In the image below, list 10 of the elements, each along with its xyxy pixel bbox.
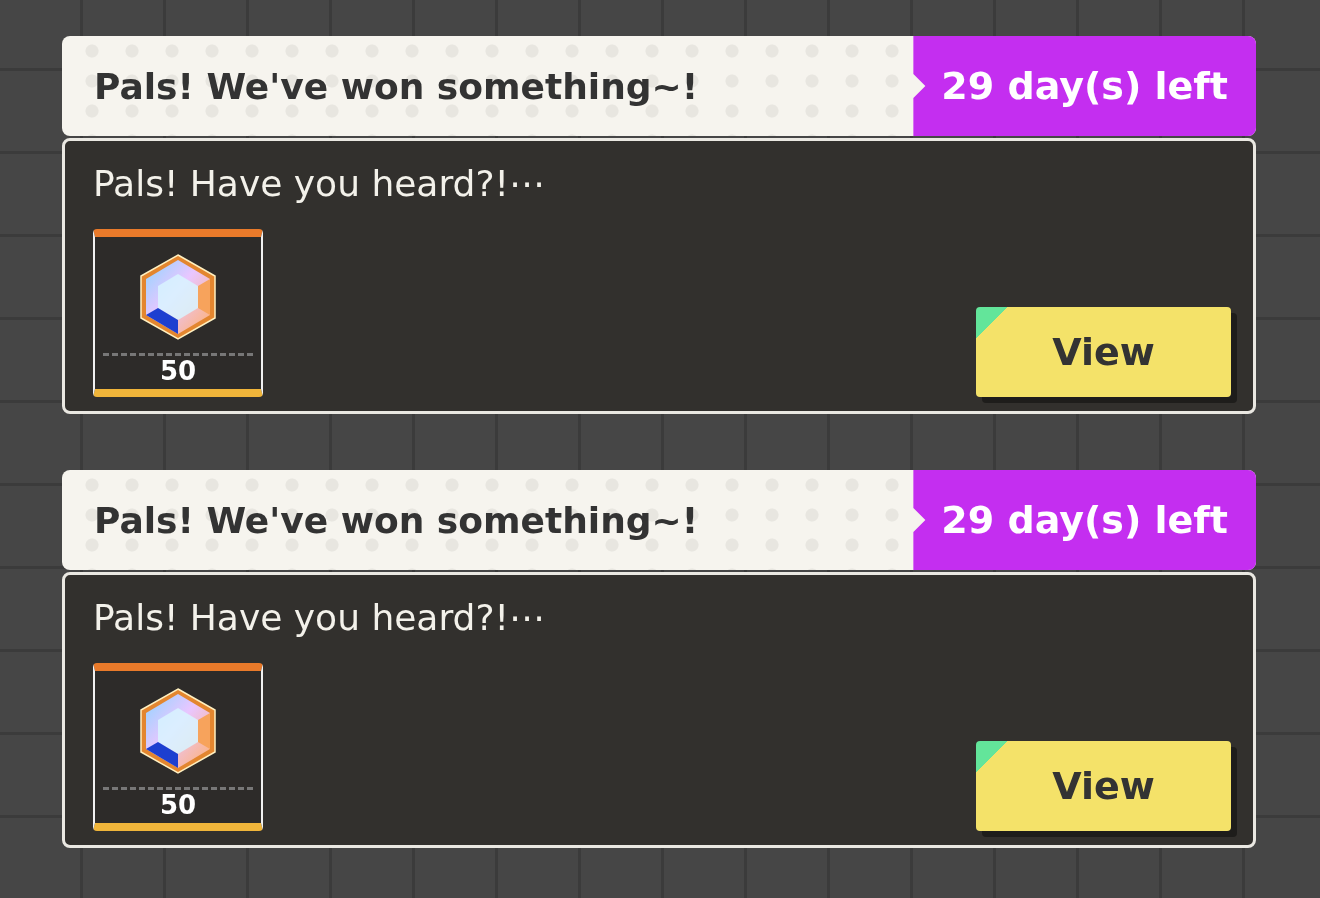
message-title: Pals! We've won something~!: [93, 499, 699, 541]
days-left-badge: 29 day(s) left: [913, 36, 1256, 136]
message-title: Pals! We've won something~!: [93, 65, 699, 107]
reward-quantity: 50: [159, 356, 197, 386]
gem-icon: [138, 687, 218, 775]
message-preview: Pals! Have you heard?!⋯: [93, 597, 546, 638]
message-preview: Pals! Have you heard?!⋯: [93, 163, 546, 204]
gem-icon: [138, 253, 218, 341]
reward-quantity: 50: [159, 790, 197, 820]
days-left-badge: 29 day(s) left: [913, 470, 1256, 570]
